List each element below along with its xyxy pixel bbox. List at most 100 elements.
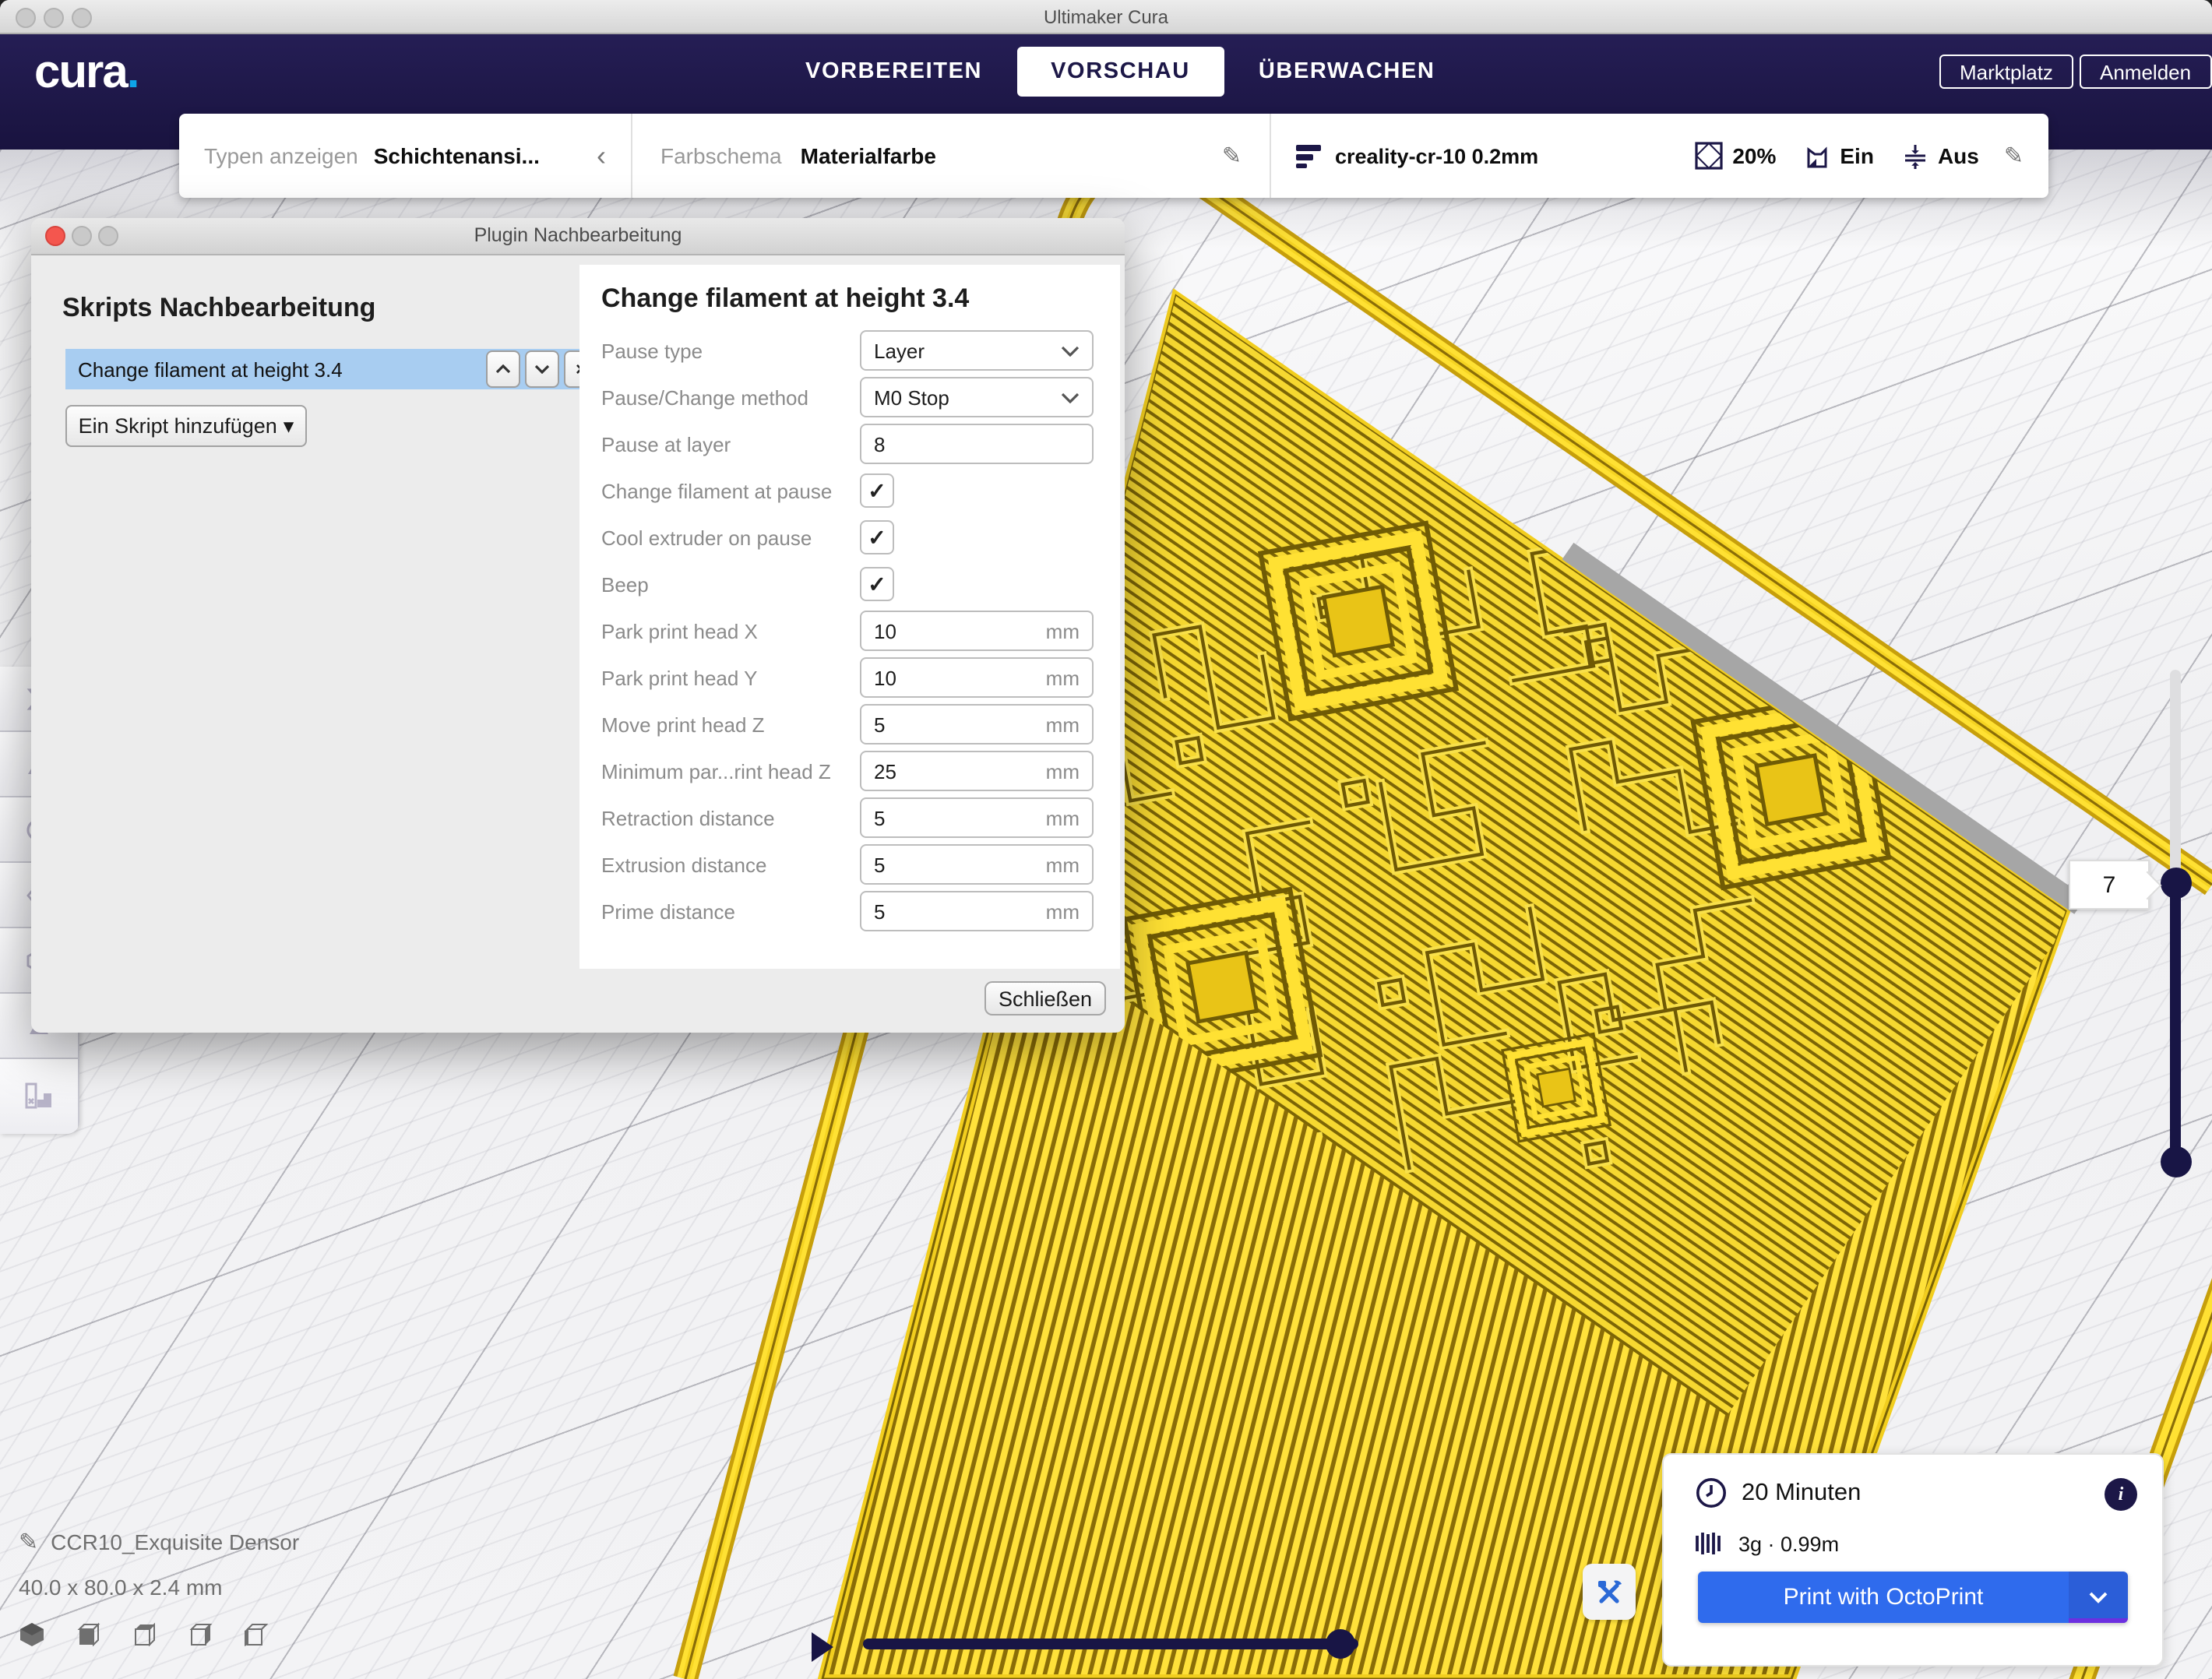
chevron-down-icon <box>1061 345 1080 356</box>
app-window: 7 ✎ CCR10_Exquisite Densor 40.0 x 80.0 x… <box>0 0 2212 1679</box>
setting-row: Prime distance 5 mm <box>601 888 1120 935</box>
post-processing-dialog: Plugin Nachbearbeitung Skripts Nachbearb… <box>31 218 1125 1033</box>
edit-print-settings-icon[interactable]: ✎ <box>2004 142 2024 170</box>
park-x-input[interactable]: 10 mm <box>860 611 1094 651</box>
view-front-icon[interactable] <box>75 1621 101 1648</box>
current-layer-indicator: 7 <box>2069 860 2150 910</box>
scripts-heading: Skripts Nachbearbeitung <box>62 293 375 324</box>
simulation-slider-track[interactable] <box>863 1639 1358 1649</box>
tab-preview[interactable]: VORSCHAU <box>1016 47 1224 97</box>
setting-row: Retraction distance 5 mm <box>601 794 1120 841</box>
checkmark-icon: ✓ <box>868 477 886 504</box>
rename-model-icon[interactable]: ✎ <box>19 1528 38 1556</box>
script-name: Change filament at height 3.4 <box>78 357 486 381</box>
clock-icon <box>1695 1477 1728 1509</box>
print-time: 20 Minuten <box>1742 1479 1861 1507</box>
print-button-dropdown[interactable] <box>2069 1572 2128 1623</box>
chevron-down-icon <box>2089 1591 2108 1603</box>
pause-at-layer-input[interactable]: 8 <box>860 424 1094 464</box>
hammer-wrench-icon <box>1594 1576 1625 1607</box>
layer-slider-handle-bottom[interactable] <box>2161 1146 2192 1177</box>
move-script-up-button[interactable] <box>486 350 520 388</box>
script-settings-panel: Change filament at height 3.4 Pause type… <box>579 265 1120 969</box>
infill-value: 20% <box>1732 143 1776 168</box>
layer-slider-handle-top[interactable] <box>2161 868 2192 899</box>
setting-row: Change filament at pause ✓ <box>601 467 1120 514</box>
add-script-button[interactable]: Ein Skript hinzufügen ▾ <box>65 405 307 447</box>
print-with-octoprint-button[interactable]: Print with OctoPrint <box>1698 1572 2128 1623</box>
adhesion-value: Aus <box>1938 143 1979 168</box>
view-left-icon[interactable] <box>187 1621 213 1648</box>
edit-color-scheme-icon[interactable]: ✎ <box>1222 142 1242 170</box>
setting-row: Beep ✓ <box>601 561 1120 607</box>
setting-row: Pause type Layer <box>601 327 1120 374</box>
view-type-value[interactable]: Schichtenansi... <box>374 143 540 168</box>
pause-method-select[interactable]: M0 Stop <box>860 377 1094 417</box>
octoprint-settings-button[interactable] <box>1583 1564 1636 1620</box>
print-settings-summary[interactable]: creality-cr-10 0.2mm 20% Ein <box>1271 142 2048 170</box>
layers-icon <box>1296 143 1323 169</box>
preview-stage-menu: Typen anzeigen Schichtenansi... ‹ Farbsc… <box>179 114 2048 198</box>
print-summary-card: 20 Minuten i 3g · 0.99m Print with OctoP… <box>1662 1453 2164 1667</box>
chevron-down-icon <box>534 364 550 374</box>
collapse-chevron-icon[interactable]: ‹ <box>597 139 606 172</box>
view-3d-icon[interactable] <box>19 1621 45 1648</box>
chevron-up-icon <box>495 364 511 374</box>
cura-logo: cura. <box>34 47 138 100</box>
window-title: Ultimaker Cura <box>0 6 2212 28</box>
info-icon[interactable]: i <box>2105 1478 2137 1511</box>
park-y-input[interactable]: 10 mm <box>860 657 1094 698</box>
model-dimensions: 40.0 x 80.0 x 2.4 mm <box>19 1575 299 1600</box>
model-info: ✎ CCR10_Exquisite Densor 40.0 x 80.0 x 2… <box>19 1528 299 1648</box>
setting-row: Park print head X 10 mm <box>601 607 1120 654</box>
retraction-distance-input[interactable]: 5 mm <box>860 797 1094 838</box>
dialog-title: Plugin Nachbearbeitung <box>31 224 1125 246</box>
tab-monitor[interactable]: ÜBERWACHEN <box>1224 47 1470 97</box>
adhesion-icon <box>1902 143 1928 169</box>
view-type-label: Typen anzeigen <box>204 143 358 168</box>
pause-type-select[interactable]: Layer <box>860 330 1094 371</box>
chevron-down-icon <box>1061 392 1080 403</box>
simulation-slider-handle[interactable] <box>1326 1629 1355 1659</box>
infill-icon <box>1695 142 1723 170</box>
setting-row: Extrusion distance 5 mm <box>601 841 1120 888</box>
setting-row: Pause at layer 8 <box>601 421 1120 467</box>
marketplace-button[interactable]: Marktplatz <box>1939 55 2073 89</box>
stage-tabs: VORBEREITEN VORSCHAU ÜBERWACHEN <box>771 48 1469 95</box>
dialog-titlebar[interactable]: Plugin Nachbearbeitung <box>31 218 1125 255</box>
current-layer-value: 7 <box>2103 871 2116 898</box>
layer-slider-track-active[interactable] <box>2170 883 2181 1163</box>
cool-extruder-checkbox[interactable]: ✓ <box>860 520 894 554</box>
close-dialog-button[interactable]: Schließen <box>984 981 1106 1015</box>
material-usage: 3g · 0.99m <box>1738 1532 1839 1555</box>
window-titlebar: Ultimaker Cura <box>0 0 2212 34</box>
extrusion-distance-input[interactable]: 5 mm <box>860 844 1094 885</box>
move-z-input[interactable]: 5 mm <box>860 704 1094 744</box>
support-icon <box>1804 143 1830 169</box>
sign-in-button[interactable]: Anmelden <box>2080 55 2211 89</box>
checkmark-icon: ✓ <box>868 571 886 597</box>
tab-prepare[interactable]: VORBEREITEN <box>771 47 1016 97</box>
move-script-down-button[interactable] <box>525 350 559 388</box>
play-button[interactable] <box>810 1632 835 1662</box>
logo-dot: . <box>127 47 139 98</box>
caret-down-icon: ▾ <box>284 414 294 438</box>
view-orientation-bar <box>19 1621 299 1648</box>
view-top-icon[interactable] <box>131 1621 157 1648</box>
minimum-park-z-input[interactable]: 25 mm <box>860 751 1094 791</box>
print-button-label[interactable]: Print with OctoPrint <box>1698 1572 2069 1623</box>
printer-profile-value: creality-cr-10 0.2mm <box>1335 144 1538 167</box>
checkmark-icon: ✓ <box>868 524 886 551</box>
script-list-item-selected[interactable]: Change filament at height 3.4 × <box>65 349 603 389</box>
layer-slider-track-upper[interactable] <box>2170 670 2181 888</box>
beep-checkbox[interactable]: ✓ <box>860 567 894 601</box>
tool-support-blocker-button[interactable] <box>0 1059 79 1134</box>
setting-row: Pause/Change method M0 Stop <box>601 374 1120 421</box>
setting-row: Cool extruder on pause ✓ <box>601 514 1120 561</box>
setting-row: Park print head Y 10 mm <box>601 654 1120 701</box>
change-filament-checkbox[interactable]: ✓ <box>860 473 894 508</box>
view-right-icon[interactable] <box>243 1621 269 1648</box>
prime-distance-input[interactable]: 5 mm <box>860 891 1094 931</box>
color-scheme-value[interactable]: Materialfarbe <box>801 143 936 168</box>
material-usage-icon <box>1695 1529 1723 1558</box>
